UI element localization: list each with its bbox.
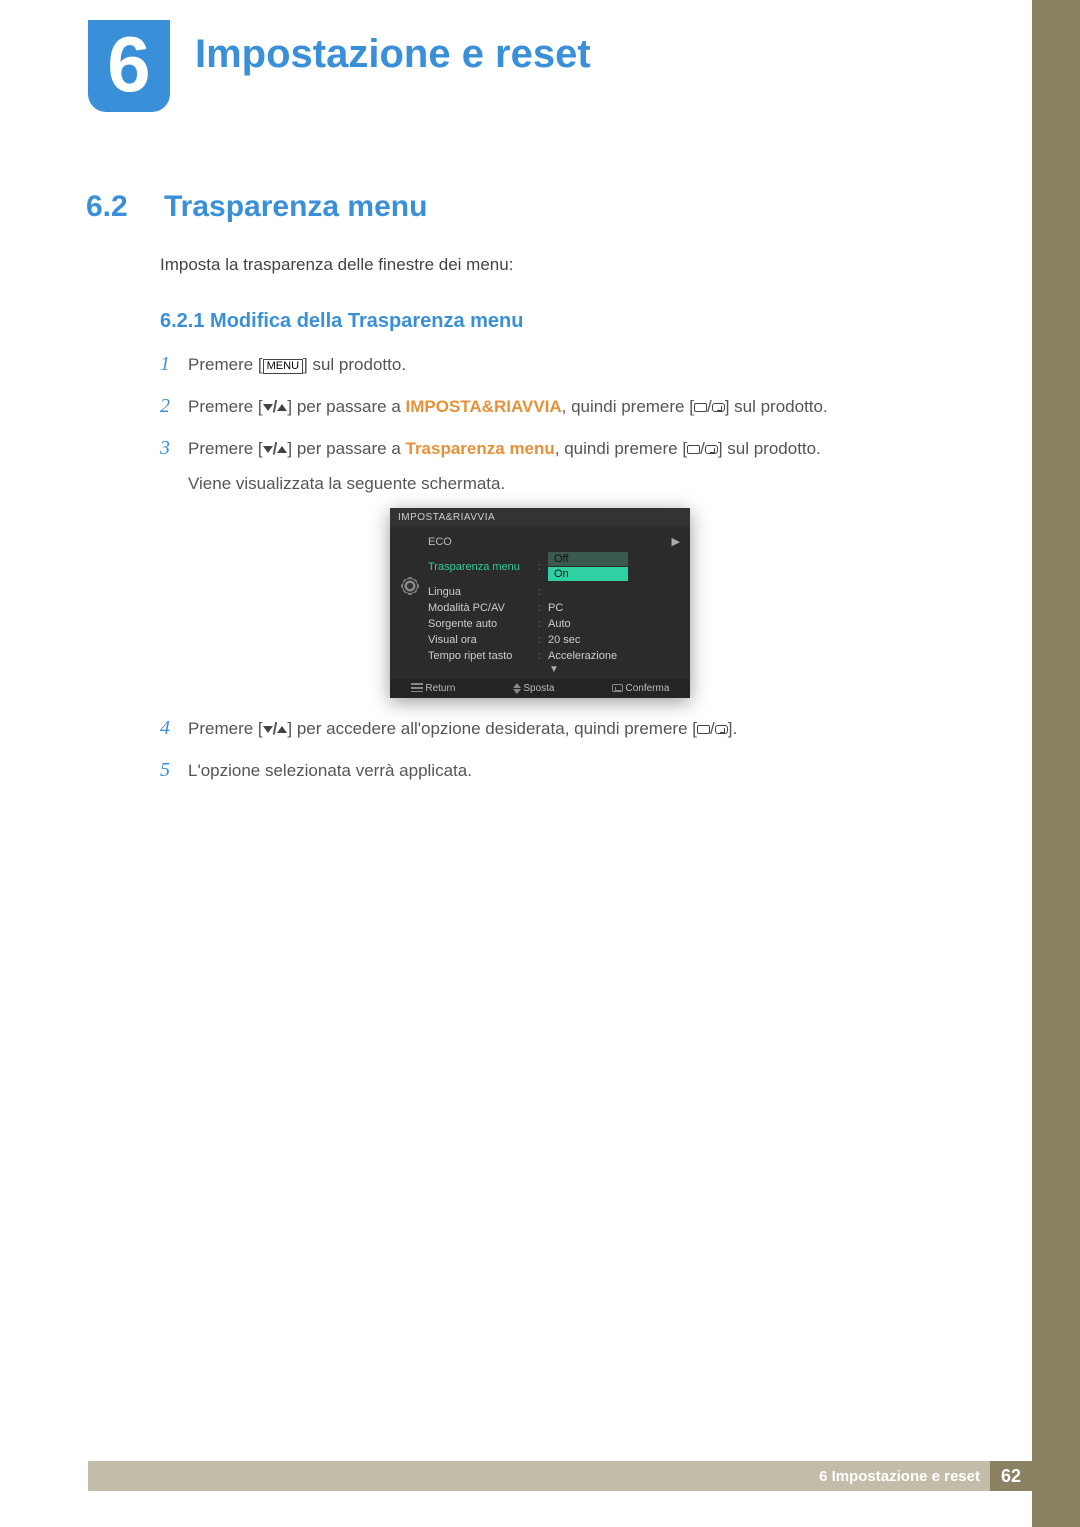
section-number: 6.2	[86, 190, 128, 224]
chapter-title: Impostazione e reset	[195, 32, 591, 77]
section-title: Trasparenza menu	[164, 190, 427, 224]
updown-icon	[513, 683, 521, 688]
osd-option-off: Off	[548, 552, 628, 566]
enter-key-icon	[715, 725, 728, 734]
menu-key-icon: MENU	[263, 359, 303, 374]
step-text: ] per passare a	[287, 439, 405, 458]
osd-header: IMPOSTA&RIAVVIA	[390, 508, 690, 527]
osd-row-source: Sorgente auto :Auto	[424, 616, 684, 632]
source-key-icon	[694, 403, 707, 412]
step-2: 2 Premere [/] per passare a IMPOSTA&RIAV…	[160, 390, 920, 422]
step-number: 1	[160, 348, 188, 380]
step-4: 4 Premere [/] per accedere all'opzione d…	[160, 712, 920, 744]
osd-row-transparency: Trasparenza menu : Off On	[424, 550, 684, 584]
step-3-continuation: Viene visualizzata la seguente schermata…	[188, 474, 920, 494]
osd-value: Auto	[548, 618, 680, 630]
osd-label: Sorgente auto	[428, 618, 538, 630]
osd-value: PC	[548, 602, 680, 614]
step-text: ] sul prodotto.	[303, 355, 406, 374]
step-5: 5 L'opzione selezionata verrà applicata.	[160, 754, 920, 786]
osd-label: Modalità PC/AV	[428, 602, 538, 614]
step-number: 5	[160, 754, 188, 786]
osd-label: Trasparenza menu	[428, 561, 538, 573]
enter-icon	[612, 684, 623, 692]
subsection-title: 6.2.1 Modifica della Trasparenza menu	[160, 310, 523, 333]
step-1: 1 Premere [MENU] sul prodotto.	[160, 348, 920, 380]
osd-value: 20 sec	[548, 634, 680, 646]
osd-screenshot: IMPOSTA&RIAVVIA ECO ▶ Trasparenza menu :…	[160, 508, 920, 698]
source-key-icon	[687, 445, 700, 454]
footer-label: 6 Impostazione e reset	[819, 1468, 980, 1485]
step-text: L'opzione selezionata verrà applicata.	[188, 757, 920, 784]
step-number: 2	[160, 390, 188, 422]
step-3: 3 Premere [/] per passare a Trasparenza …	[160, 432, 920, 464]
highlight-text: IMPOSTA&RIAVVIA	[406, 397, 562, 416]
osd-footer-confirm: Conferma	[625, 683, 669, 694]
up-arrow-icon	[277, 446, 287, 453]
step-text: , quindi premere [	[562, 397, 694, 416]
footer-page-number: 62	[990, 1461, 1032, 1491]
osd-label: Lingua	[428, 586, 538, 598]
step-text: ] sul prodotto.	[718, 439, 821, 458]
chevron-down-icon: ▼	[424, 664, 684, 677]
osd-label: Tempo ripet tasto	[428, 650, 538, 662]
gear-icon	[403, 579, 417, 593]
step-text: ].	[728, 719, 737, 738]
step-text: Premere [	[188, 397, 263, 416]
up-arrow-icon	[277, 726, 287, 733]
osd-row-pcav: Modalità PC/AV :PC	[424, 600, 684, 616]
up-arrow-icon	[277, 404, 287, 411]
osd-row-tempo: Tempo ripet tasto :Accelerazione	[424, 648, 684, 664]
source-key-icon	[697, 725, 710, 734]
osd-row-eco: ECO ▶	[424, 533, 684, 550]
step-text: Premere [	[188, 439, 263, 458]
step-text: Premere [	[188, 355, 263, 374]
step-number: 3	[160, 432, 188, 464]
menu-icon	[411, 683, 423, 692]
page-right-stripe	[1032, 0, 1080, 1527]
step-text: , quindi premere [	[555, 439, 687, 458]
page-footer: 6 Impostazione e reset 62	[88, 1461, 1032, 1491]
step-text: ] per accedere all'opzione desiderata, q…	[287, 719, 697, 738]
osd-row-language: Lingua :	[424, 584, 684, 600]
step-text: Premere [	[188, 719, 263, 738]
enter-key-icon	[712, 403, 725, 412]
osd-label: Visual ora	[428, 634, 538, 646]
osd-footer: Return Sposta Conferma	[390, 679, 690, 698]
osd-row-visual: Visual ora :20 sec	[424, 632, 684, 648]
down-arrow-icon	[263, 726, 273, 733]
down-arrow-icon	[263, 404, 273, 411]
highlight-text: Trasparenza menu	[406, 439, 555, 458]
osd-option-on: On	[548, 567, 628, 581]
step-number: 4	[160, 712, 188, 744]
step-text: ] sul prodotto.	[725, 397, 828, 416]
enter-key-icon	[705, 445, 718, 454]
steps-list: 1 Premere [MENU] sul prodotto. 2 Premere…	[160, 348, 920, 796]
chevron-right-icon: ▶	[672, 535, 680, 548]
osd-footer-move: Sposta	[523, 683, 554, 694]
osd-value: Accelerazione	[548, 650, 680, 662]
step-text: ] per passare a	[287, 397, 405, 416]
down-arrow-icon	[263, 446, 273, 453]
section-intro: Imposta la trasparenza delle finestre de…	[160, 255, 513, 275]
osd-label: ECO	[428, 536, 538, 548]
chapter-badge: 6	[88, 20, 170, 112]
osd-footer-return: Return	[425, 683, 455, 694]
